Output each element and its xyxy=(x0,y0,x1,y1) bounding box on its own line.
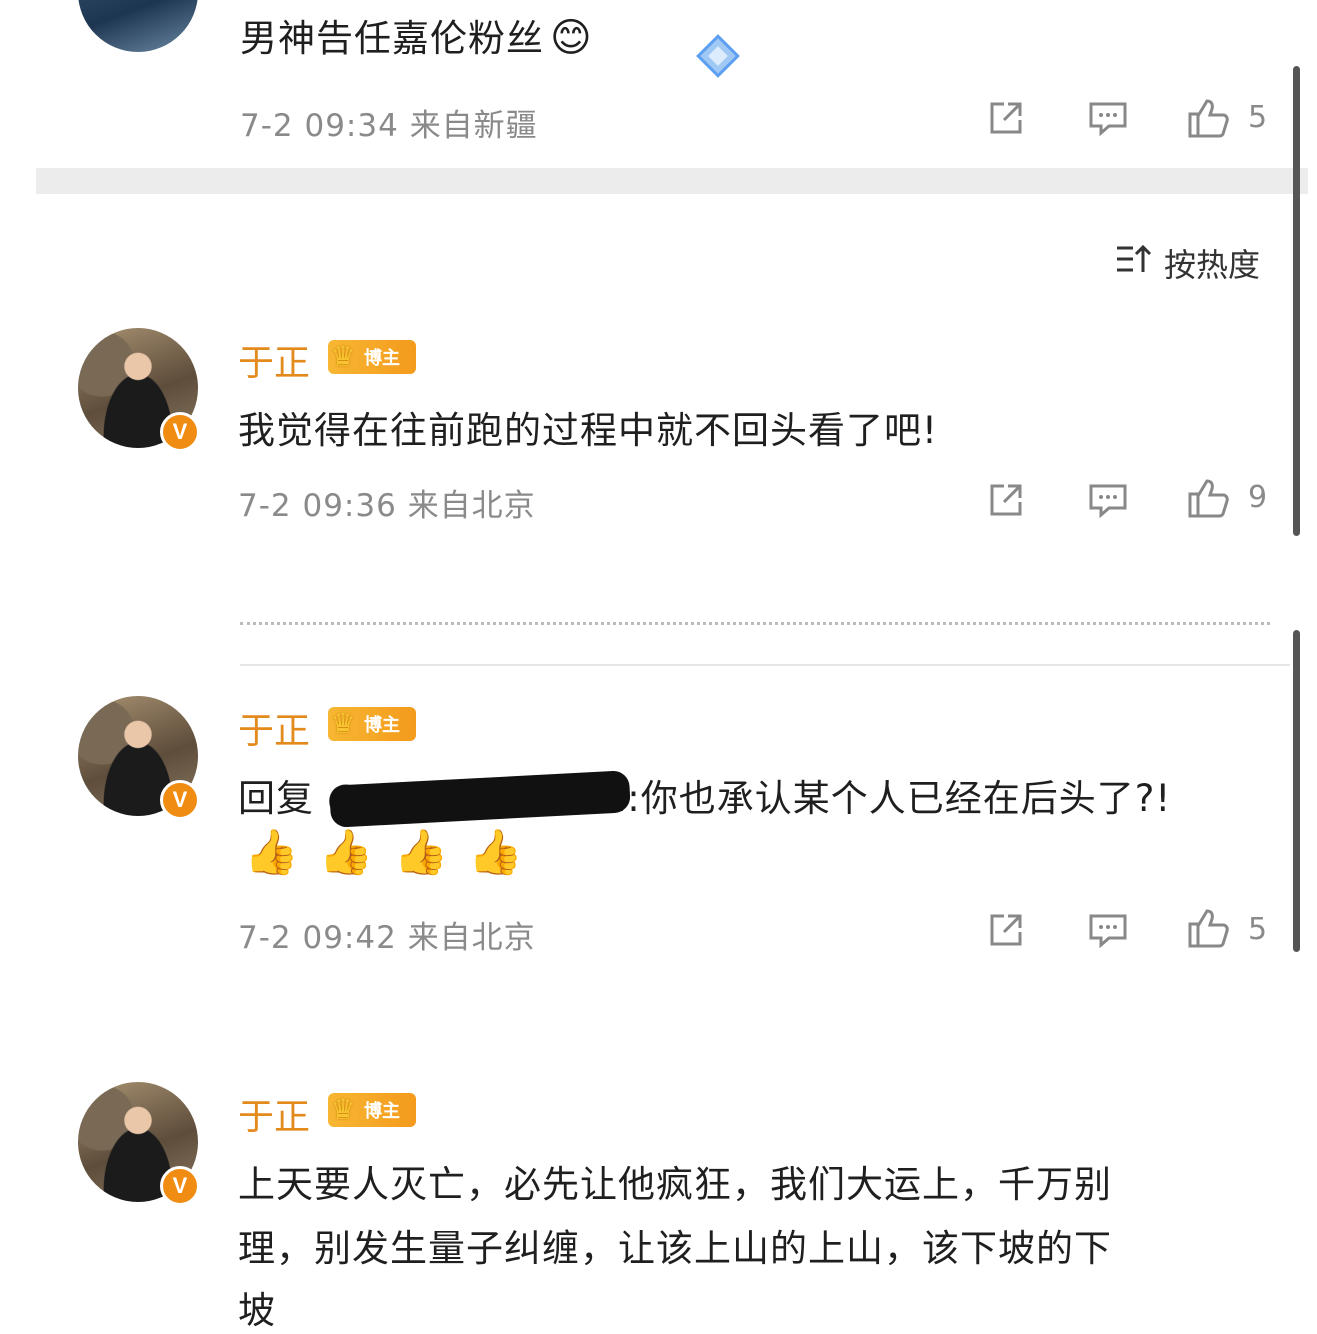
like-count: 9 xyxy=(1248,480,1268,515)
verified-badge: V xyxy=(160,412,200,452)
scrollbar[interactable] xyxy=(1293,630,1300,952)
scrollbar[interactable] xyxy=(1293,66,1300,536)
username[interactable]: 于正 xyxy=(238,1088,310,1140)
blogger-badge: ♛ 博主 xyxy=(328,340,416,374)
like-icon[interactable] xyxy=(1186,906,1230,950)
like-count: 5 xyxy=(1248,100,1268,135)
verified-badge: V xyxy=(160,1166,200,1206)
username[interactable]: 于正 xyxy=(238,334,310,386)
comment-text: 我觉得在往前跑的过程中就不回头看了吧! xyxy=(238,409,938,452)
like-icon[interactable] xyxy=(1186,476,1230,520)
like-icon[interactable] xyxy=(1186,96,1230,140)
smile-emoji: 😊 xyxy=(550,15,593,61)
comment-meta: 7-2 09:36 来自北京 xyxy=(238,488,536,524)
comment-meta: 7-2 09:34 来自新疆 xyxy=(240,108,538,144)
row-divider xyxy=(240,664,1290,666)
crown-icon: ♛ xyxy=(330,1093,356,1126)
avatar[interactable] xyxy=(78,0,198,52)
reply-icon[interactable] xyxy=(1087,98,1129,138)
thumbs-up-emoji-row: 👍 👍 👍 👍 xyxy=(244,827,524,878)
comment-text-line: 上天要人灭亡，必先让他疯狂，我们大运上，千万别 xyxy=(238,1163,1112,1206)
section-divider xyxy=(36,168,1308,194)
reply-icon[interactable] xyxy=(1087,480,1129,520)
verified-badge: V xyxy=(160,780,200,820)
blogger-badge: ♛ 博主 xyxy=(328,707,416,741)
diamond-sticker xyxy=(690,28,746,84)
comment-text: 男神告任嘉伦粉丝 😊 xyxy=(240,15,593,61)
username[interactable]: 于正 xyxy=(238,702,310,754)
comment-text-line: 坡 xyxy=(238,1289,276,1332)
share-icon[interactable] xyxy=(986,98,1026,138)
share-icon[interactable] xyxy=(986,480,1026,520)
crown-icon: ♛ xyxy=(330,340,356,373)
clipped-row-fragment xyxy=(240,622,1270,635)
sort-label: 按热度 xyxy=(1164,246,1261,284)
crown-icon: ♛ xyxy=(330,707,356,740)
like-count: 5 xyxy=(1248,912,1268,947)
sort-icon xyxy=(1114,242,1152,284)
comment-meta: 7-2 09:42 来自北京 xyxy=(238,920,536,956)
comment-text-line: 理，别发生量子纠缠，让该上山的上山，该下坡的下 xyxy=(238,1227,1112,1270)
sort-toggle[interactable]: 按热度 xyxy=(1114,240,1260,286)
share-icon[interactable] xyxy=(986,910,1026,950)
blogger-badge: ♛ 博主 xyxy=(328,1093,416,1127)
reply-icon[interactable] xyxy=(1087,910,1129,950)
